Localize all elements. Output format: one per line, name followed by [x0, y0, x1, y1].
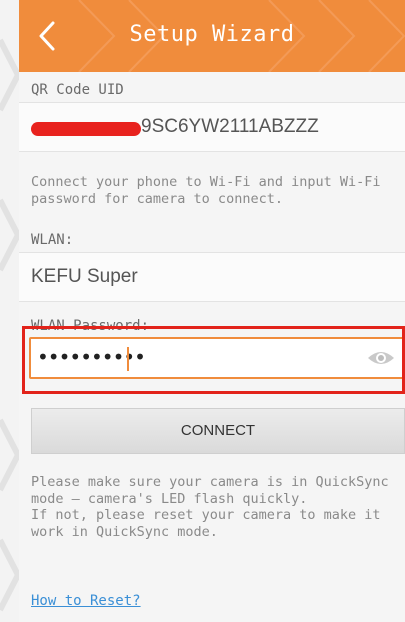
highlight-frame: [22, 326, 405, 394]
wifi-hint-text: Connect your phone to Wi-Fi and input Wi…: [31, 174, 381, 207]
qr-uid-field: 9SC6YW2111ABZZZ: [19, 102, 405, 152]
qr-uid-value: 9SC6YW2111ABZZZ: [141, 116, 319, 137]
wlan-value: KEFU Super: [31, 266, 138, 287]
qr-uid-label: QR Code UID: [31, 82, 124, 98]
connect-button[interactable]: CONNECT: [31, 408, 405, 454]
app-screen: Setup Wizard QR Code UID 9SC6YW2111ABZZZ…: [19, 0, 405, 622]
redacted-mark: [31, 122, 141, 136]
screen: Setup Wizard QR Code UID 9SC6YW2111ABZZZ…: [0, 0, 405, 622]
how-to-reset-link[interactable]: How to Reset?: [31, 593, 141, 609]
page-title: Setup Wizard: [129, 22, 295, 47]
quicksync-note: Please make sure your camera is in Quick…: [31, 474, 389, 540]
header-bar: Setup Wizard: [19, 0, 405, 72]
wlan-label: WLAN:: [31, 232, 74, 248]
wlan-field[interactable]: KEFU Super: [19, 252, 405, 302]
